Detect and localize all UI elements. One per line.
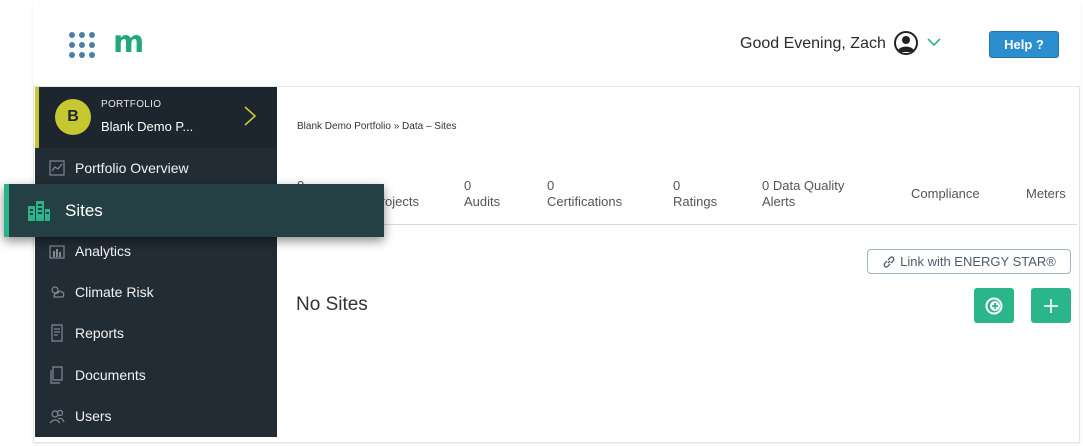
user-avatar-icon[interactable] [894,31,918,55]
users-icon [49,409,65,424]
tab-count: 0 [673,178,681,193]
sidebar-item-reports[interactable]: Reports [35,313,277,353]
tab-count: 0 [464,178,472,193]
sidebar-item-label: Sites [65,200,103,220]
tab-bar: 0 Projects 0 Audits 0 Certifications 0 R… [297,175,1077,225]
tab-label: Alerts [762,194,796,209]
tab-audits[interactable]: 0 Audits [464,178,500,210]
breadcrumb[interactable]: Blank Demo Portfolio » Data – Sites [297,121,457,132]
sidebar-item-label: Analytics [75,243,132,259]
tab-count: 0 [547,178,555,193]
portfolio-label: PORTFOLIO [101,99,162,110]
tab-label: Certifications [547,194,623,209]
tab-label: Compliance [911,186,980,201]
help-button[interactable]: Help ? [989,31,1059,58]
sidebar-item-label: Users [75,408,112,424]
energy-star-label: Link with ENERGY STAR® [900,254,1056,269]
tab-label: Ratings [673,194,718,209]
sidebar-item-documents[interactable]: Documents [35,355,277,395]
sidebar-item-label: Portfolio Overview [75,160,189,176]
tab-certifications[interactable]: 0 Certifications [547,178,622,210]
app-grid-icon[interactable] [69,32,97,60]
sidebar-item-label: Documents [75,367,146,383]
sidebar: B PORTFOLIO Blank Demo P... Portfolio Ov… [35,87,277,437]
tab-count: 0 Data Quality [762,178,845,193]
tab-compliance[interactable]: Compliance [911,186,980,202]
tab-data-quality-alerts[interactable]: 0 Data Quality Alerts [762,178,844,210]
sidebar-item-analytics[interactable]: Analytics [35,231,277,271]
chart-line-icon [49,160,65,176]
portfolio-selector[interactable]: B PORTFOLIO Blank Demo P... [35,87,277,148]
report-icon [51,324,63,342]
tab-meters[interactable]: Meters [1026,186,1066,202]
add-site-button[interactable] [1031,288,1071,323]
sidebar-item-users[interactable]: Users [35,396,277,436]
bar-chart-icon [49,245,65,259]
sidebar-item-label: Climate Risk [75,284,154,300]
chevron-down-icon[interactable] [927,36,941,48]
top-bar: m Good Evening, Zach Help ? [33,3,1080,87]
sidebar-item-sites[interactable]: Sites [4,184,384,237]
chevron-right-icon[interactable] [243,105,257,127]
tab-ratings[interactable]: 0 Ratings [673,178,717,210]
sidebar-item-climate-risk[interactable]: Climate Risk [35,272,277,312]
tab-label: Audits [464,194,501,209]
empty-state-title: No Sites [296,294,368,315]
tab-label: Meters [1026,186,1066,201]
sidebar-item-portfolio-overview[interactable]: Portfolio Overview [35,148,277,188]
portfolio-avatar: B [55,99,91,135]
greeting-text: Good Evening, Zach [740,35,886,52]
weather-icon [51,286,65,298]
sidebar-item-label: Reports [75,325,125,341]
portfolio-name: Blank Demo P... [101,119,194,134]
documents-icon [50,366,63,384]
import-sites-button[interactable] [974,288,1014,323]
link-energy-star-button[interactable]: Link with ENERGY STAR® [867,249,1071,274]
add-circle-icon [985,297,1003,314]
plus-icon [1044,298,1058,313]
buildings-icon [28,200,50,221]
link-icon [883,255,895,268]
logo[interactable]: m [113,25,144,60]
